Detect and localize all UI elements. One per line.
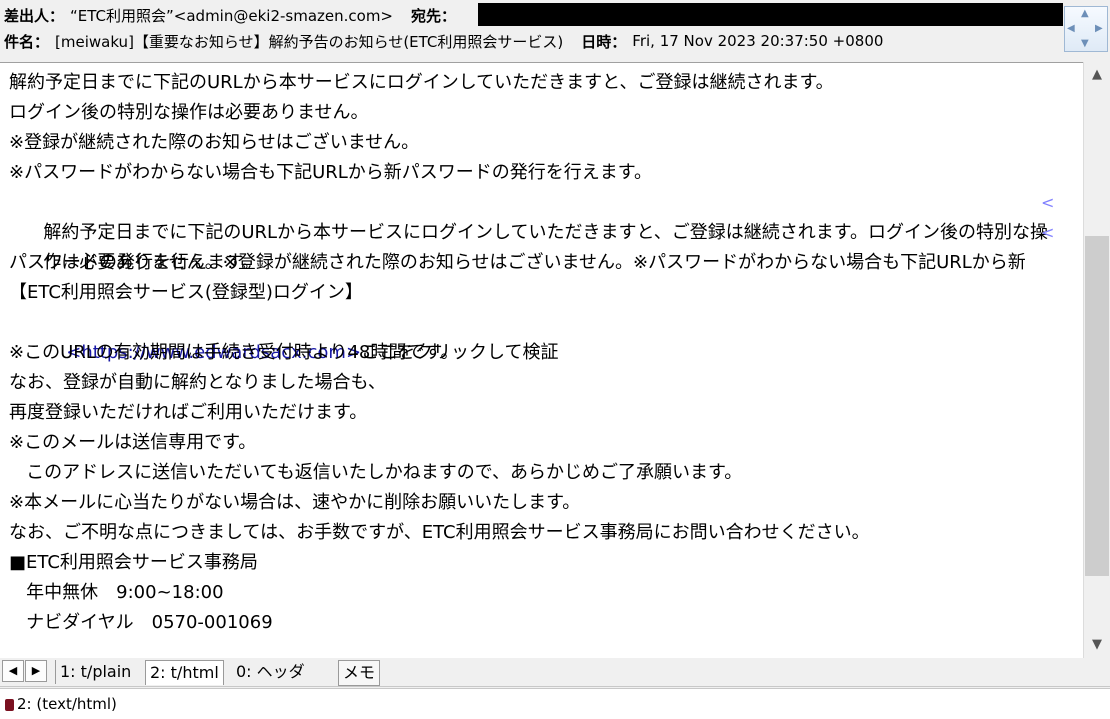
body-line: ※このURLの有効期間は手続き受付時より48時間です。 [9, 342, 459, 363]
body-line: ログイン後の特別な操作は必要ありません。 [9, 102, 369, 123]
memo-button[interactable]: メモ [338, 660, 381, 686]
body-line: ※登録が継続された際のお知らせはございません。 [9, 132, 420, 153]
body-line: なお、登録が自動に解約となりました場合も、 [9, 372, 386, 393]
tab-text-plain[interactable]: 1: t/plain [55, 660, 135, 684]
scroll-up-icon[interactable]: ▲ [1084, 64, 1110, 86]
body-line: ■ETC利用照会サービス事務局 [9, 552, 258, 573]
tab-next-button[interactable]: ▶ [25, 660, 47, 682]
body-line: パスワードの発行を行えます。 [9, 252, 260, 273]
subject-row: 件名： [meiwaku]【重要なお知らせ】解約予告のお知らせ(ETC利用照会サ… [4, 28, 883, 54]
tab-header[interactable]: 0: ヘッダ [232, 660, 309, 684]
tab-text-html[interactable]: 2: t/html [145, 660, 224, 685]
header-navigation-pad[interactable]: ▲ ◀ ▶ ▼ [1064, 6, 1108, 52]
message-body[interactable]: 解約予定日までに下記のURLから本サービスにログインしていただきますと、ご登録は… [0, 62, 1083, 660]
html-part-icon [5, 699, 14, 711]
subject-label: 件名： [4, 32, 50, 51]
from-value[interactable]: “ETC利用照会”<admin@eki2-smazen.com> [70, 5, 393, 26]
body-line-wrapped: 作は必要ありません。※登録が継続された際のお知らせはございません。※パスワードが… [9, 218, 1059, 273]
wrap-marker-icon: < [1041, 193, 1055, 212]
body-link-line: <https://www.edwardsacx.com>ここをクリックして検証 [9, 308, 1059, 363]
message-text: 解約予定日までに下記のURLから本サービスにログインしていただきますと、ご登録は… [9, 68, 1059, 638]
body-line-wrapped: 解約予定日までに下記のURLから本サービスにログインしていただきますと、ご登録は… [9, 188, 1059, 243]
scroll-thumb[interactable] [1085, 236, 1109, 576]
nav-left-icon[interactable]: ◀ [1067, 24, 1075, 34]
body-line: このアドレスに送信いただいても返信いたしかねますので、あらかじめご了承願います。 [9, 462, 743, 483]
body-line: 解約予定日までに下記のURLから本サービスにログインしていただきますと、ご登録は… [9, 72, 834, 93]
wrap-marker-icon: < [1041, 223, 1055, 242]
body-line: 年中無休 9:00~18:00 [9, 582, 224, 603]
message-header: 差出人： “ETC利用照会”<admin@eki2-smazen.com> 宛先… [0, 0, 1064, 58]
body-line: 再度登録いただければご利用いただけます。 [9, 402, 368, 423]
subject-value[interactable]: [meiwaku]【重要なお知らせ】解約予告のお知らせ(ETC利用照会サービス) [55, 31, 563, 52]
body-line: ※パスワードがわからない場合も下記URLから新パスワードの発行を行えます。 [9, 162, 652, 183]
nav-right-icon[interactable]: ▶ [1095, 24, 1103, 34]
to-label: 宛先： [411, 6, 457, 25]
part-tab-bar: ◀ ▶ 1: t/plain 2: t/html 0: ヘッダ メモ [0, 658, 1110, 687]
scroll-down-icon[interactable]: ▼ [1084, 634, 1110, 656]
from-row: 差出人： “ETC利用照会”<admin@eki2-smazen.com> 宛先… [4, 2, 462, 28]
body-line: ナビダイヤル 0570-001069 [9, 612, 273, 633]
from-label: 差出人： [4, 6, 65, 25]
date-label: 日時： [581, 32, 627, 51]
redacted-recipient [478, 3, 1063, 26]
vertical-scrollbar[interactable]: ▲ ▼ [1083, 62, 1110, 658]
status-text: 2: (text/html) [17, 695, 117, 713]
body-line: ※このメールは送信専用です。 [9, 432, 257, 453]
tab-prev-button[interactable]: ◀ [2, 660, 24, 682]
nav-up-icon[interactable]: ▲ [1081, 9, 1089, 19]
status-bar: 2: (text/html) [0, 688, 1110, 719]
date-value: Fri, 17 Nov 2023 20:37:50 +0800 [632, 32, 884, 50]
body-line: なお、ご不明な点につきましては、お手数ですが、ETC利用照会サービス事務局にお問… [9, 522, 870, 543]
body-line: ※本メールに心当たりがない場合は、速やかに削除お願いいたします。 [9, 492, 581, 513]
body-line: 【ETC利用照会サービス(登録型)ログイン】 [9, 282, 363, 303]
nav-down-icon[interactable]: ▼ [1081, 39, 1089, 49]
